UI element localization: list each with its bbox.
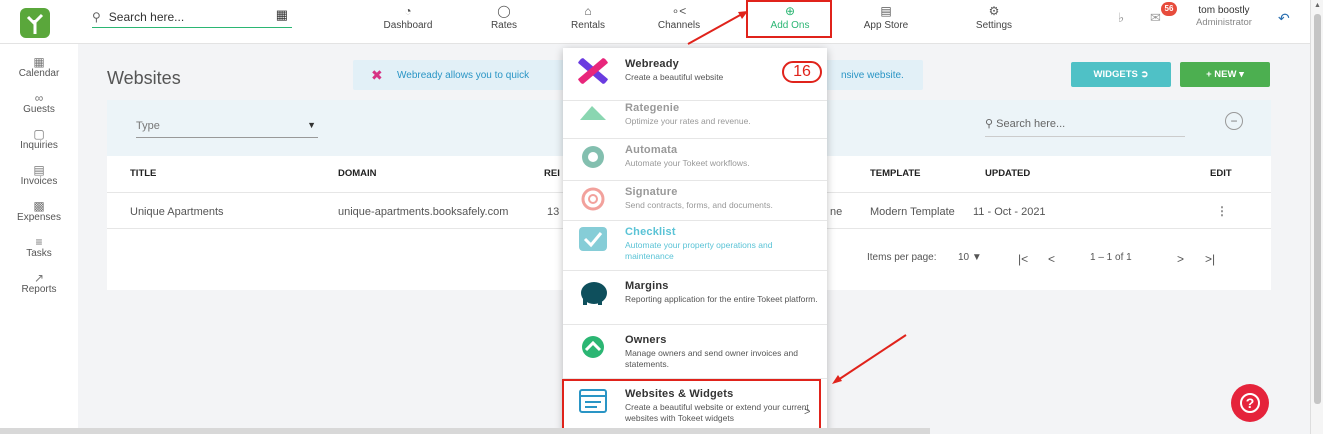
question-icon: ? bbox=[1240, 393, 1260, 413]
scroll-up-icon[interactable]: ▲ bbox=[1314, 2, 1321, 9]
help-button[interactable]: ? bbox=[1231, 384, 1269, 422]
arrow-to-add-ons bbox=[687, 13, 743, 45]
arrow-to-websites-widgets bbox=[837, 334, 907, 381]
horizontal-scrollbar[interactable] bbox=[0, 428, 930, 434]
vertical-scrollbar[interactable]: ▲ bbox=[1310, 0, 1323, 434]
scrollbar-thumb[interactable] bbox=[1314, 14, 1321, 404]
annotation-arrows bbox=[687, 11, 907, 384]
arrowhead-websites-widgets bbox=[832, 375, 842, 384]
